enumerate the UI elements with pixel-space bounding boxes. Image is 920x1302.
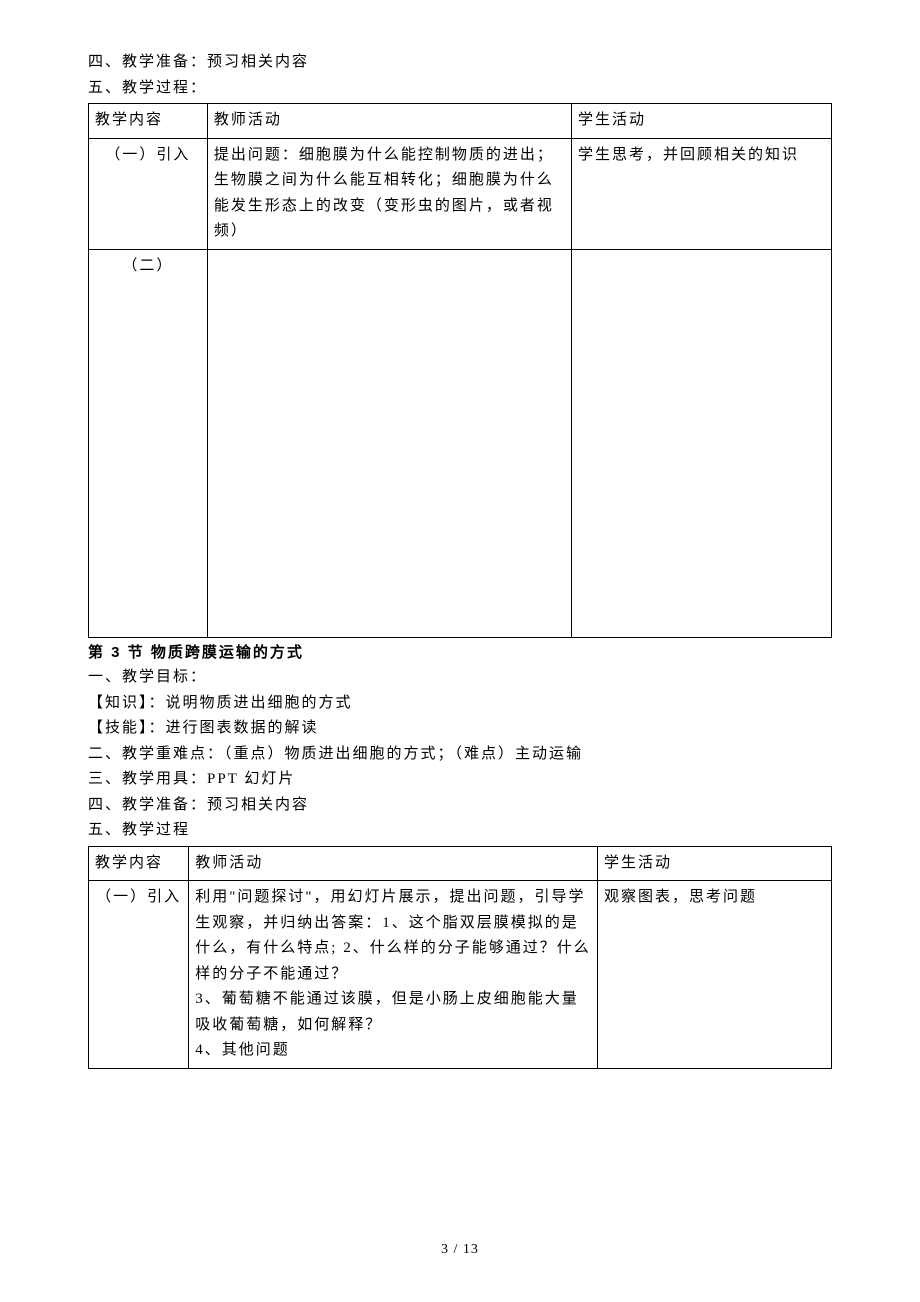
row2-student	[571, 249, 831, 637]
row1-student: 学生思考，并回顾相关的知识	[571, 138, 831, 249]
teacher-text-3: 4、其他问题	[195, 1038, 591, 1064]
row1-teacher: 利用"问题探讨"，用幻灯片展示，提出问题，引导学生观察，并归纳出答案：1、这个脂…	[189, 881, 598, 1069]
header-teacher: 教师活动	[189, 846, 598, 881]
header-content: 教学内容	[89, 846, 189, 881]
objectives-line: 一、教学目标：	[88, 665, 832, 691]
row1-content: （一）引入	[89, 138, 208, 249]
table-header-row: 教学内容 教师活动 学生活动	[89, 846, 832, 881]
tools-line: 三、教学用具：PPT 幻灯片	[88, 767, 832, 793]
prep-line: 四、教学准备：预习相关内容	[88, 50, 832, 76]
row1-student: 观察图表，思考问题	[597, 881, 831, 1069]
section3-title: 第 3 节 物质跨膜运输的方式	[88, 640, 832, 666]
page-number: 3 / 13	[0, 1238, 920, 1262]
knowledge-line: 【知识】：说明物质进出细胞的方式	[88, 691, 832, 717]
skill-line: 【技能】：进行图表数据的解读	[88, 716, 832, 742]
table-row: （二）	[89, 249, 832, 637]
keypoints-line: 二、教学重难点：（重点）物质进出细胞的方式；（难点）主动运输	[88, 742, 832, 768]
process-line: 五、教学过程：	[88, 76, 832, 102]
row2-teacher	[207, 249, 571, 637]
table-row: （一）引入 提出问题：细胞膜为什么能控制物质的进出；生物膜之间为什么能互相转化；…	[89, 138, 832, 249]
row2-content: （二）	[89, 249, 208, 637]
header-student: 学生活动	[597, 846, 831, 881]
header-student: 学生活动	[571, 104, 831, 139]
row1-teacher: 提出问题：细胞膜为什么能控制物质的进出；生物膜之间为什么能互相转化；细胞膜为什么…	[207, 138, 571, 249]
teaching-table-1: 教学内容 教师活动 学生活动 （一）引入 提出问题：细胞膜为什么能控制物质的进出…	[88, 103, 832, 638]
teacher-text-1: 利用"问题探讨"，用幻灯片展示，提出问题，引导学生观察，并归纳出答案：1、这个脂…	[195, 885, 591, 987]
table-row: （一）引入 利用"问题探讨"，用幻灯片展示，提出问题，引导学生观察，并归纳出答案…	[89, 881, 832, 1069]
table-header-row: 教学内容 教师活动 学生活动	[89, 104, 832, 139]
process-line-2: 五、教学过程	[88, 818, 832, 844]
prep-line-2: 四、教学准备：预习相关内容	[88, 793, 832, 819]
header-content: 教学内容	[89, 104, 208, 139]
teacher-text-2: 3、葡萄糖不能通过该膜，但是小肠上皮细胞能大量吸收葡萄糖，如何解释？	[195, 987, 591, 1038]
teaching-table-2: 教学内容 教师活动 学生活动 （一）引入 利用"问题探讨"，用幻灯片展示，提出问…	[88, 846, 832, 1069]
header-teacher: 教师活动	[207, 104, 571, 139]
row1-content: （一）引入	[89, 881, 189, 1069]
